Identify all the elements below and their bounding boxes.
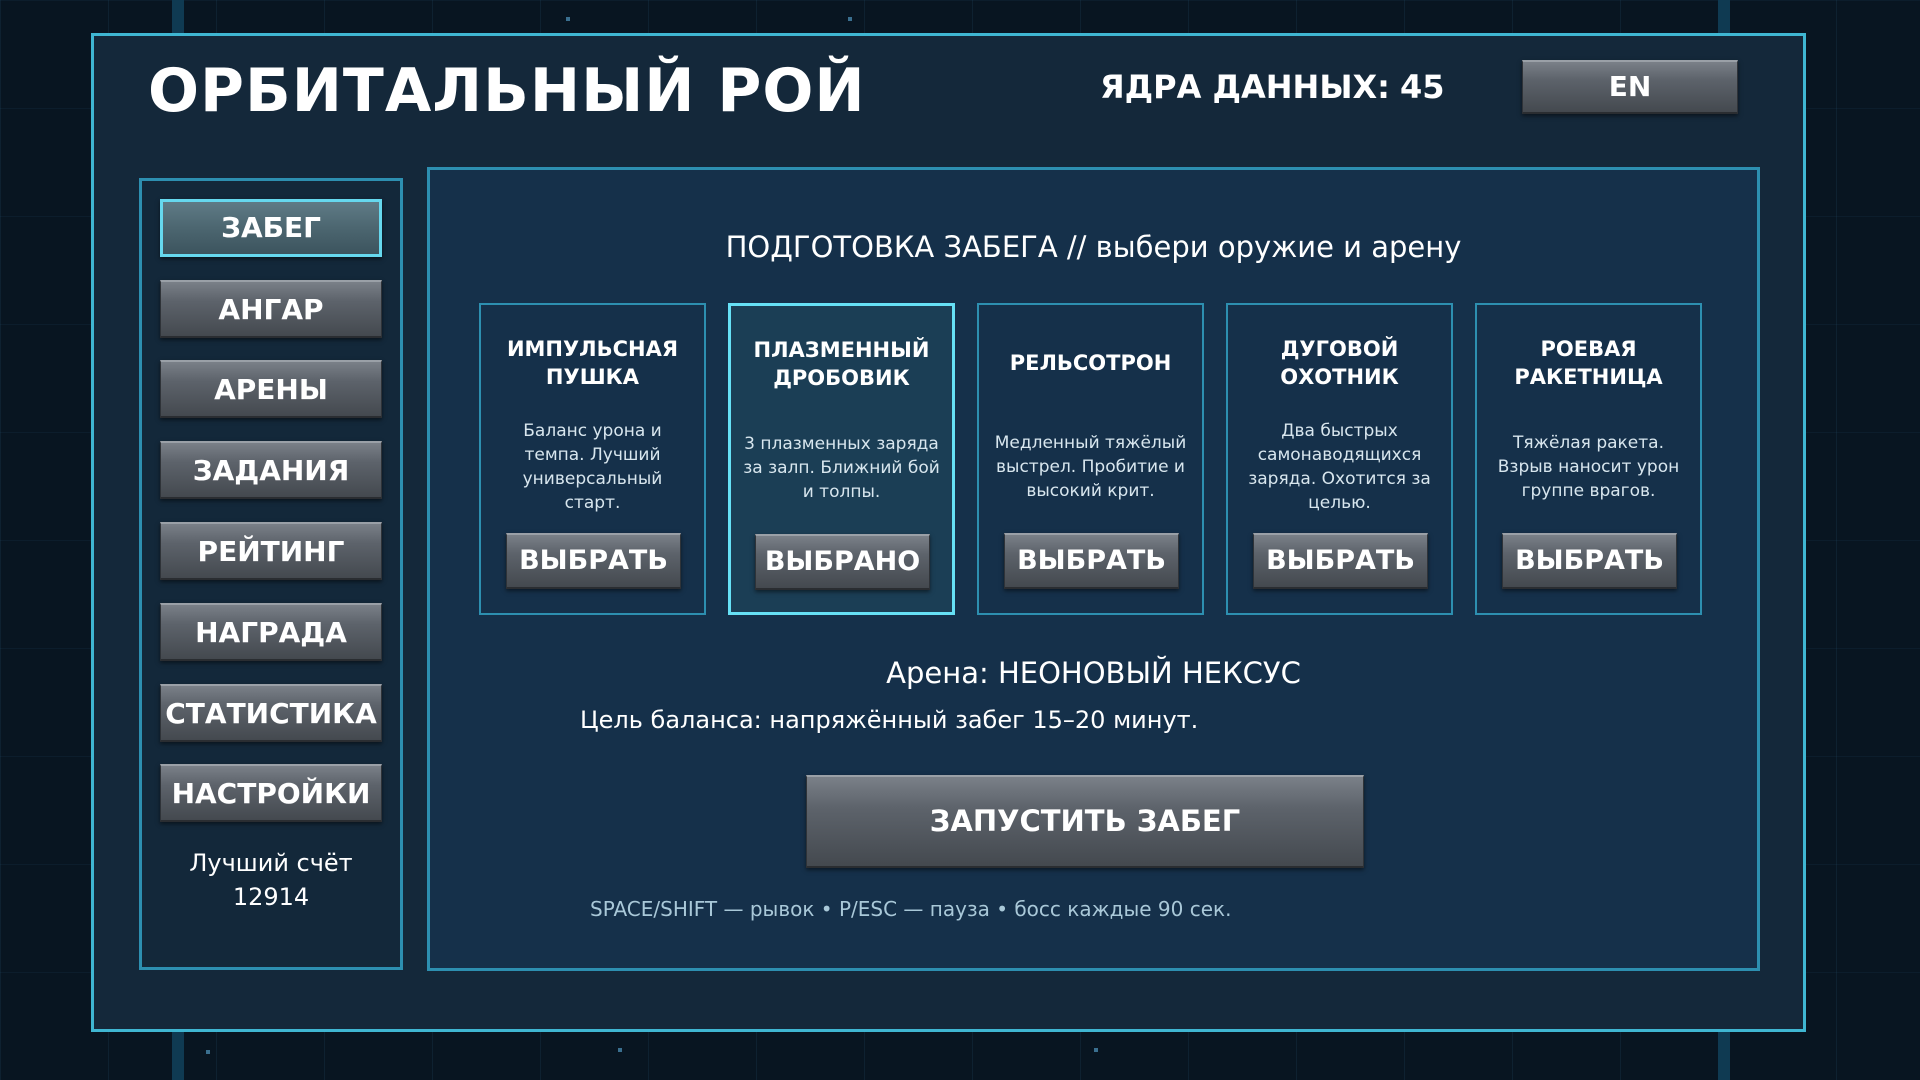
- weapon-description: Медленный тяжёлый выстрел. Пробитие и вы…: [994, 433, 1187, 501]
- sidebar-nav: ЗАБЕГ АНГАР АРЕНЫ ЗАДАНИЯ РЕЙТИНГ НАГРАД…: [139, 178, 403, 970]
- sidebar-item-arenas[interactable]: АРЕНЫ: [160, 360, 382, 418]
- balance-goal-text: Цель баланса: напряжённый забег 15–20 ми…: [580, 706, 1199, 734]
- background-dot: [566, 17, 570, 21]
- data-cores-counter: ЯДРА ДАННЫХ: 45: [1100, 68, 1444, 106]
- select-weapon-button[interactable]: ВЫБРАТЬ: [506, 533, 681, 589]
- sidebar-item-hangar[interactable]: АНГАР: [160, 280, 382, 338]
- run-setup-title: ПОДГОТОВКА ЗАБЕГА // выбери оружие и аре…: [725, 230, 1462, 264]
- weapon-name: ИМПУЛЬСНАЯ ПУШКА: [506, 337, 679, 389]
- data-cores-value: 45: [1399, 68, 1445, 106]
- launch-run-button[interactable]: ЗАПУСТИТЬ ЗАБЕГ: [806, 775, 1364, 868]
- weapon-card-swarm-launcher: РОЕВАЯ РАКЕТНИЦА Тяжёлая ракета. Взрыв н…: [1475, 303, 1702, 615]
- background-dot: [206, 1050, 210, 1054]
- data-cores-label: ЯДРА ДАННЫХ:: [1100, 68, 1390, 106]
- weapon-description: Тяжёлая ракета. Взрыв наносит урон групп…: [1497, 433, 1680, 501]
- run-setup-panel: ПОДГОТОВКА ЗАБЕГА // выбери оружие и аре…: [427, 167, 1760, 971]
- arena-name: НЕОНОВЫЙ НЕКСУС: [997, 656, 1301, 690]
- sidebar-item-missions[interactable]: ЗАДАНИЯ: [160, 441, 382, 499]
- weapon-name: ПЛАЗМЕННЫЙ ДРОБОВИК: [753, 338, 930, 390]
- language-toggle-button[interactable]: EN: [1522, 60, 1738, 114]
- background-dot: [848, 17, 852, 21]
- best-score-label: Лучший счёт: [189, 849, 353, 877]
- weapon-card-pulse-cannon: ИМПУЛЬСНАЯ ПУШКА Баланс урона и темпа. Л…: [479, 303, 706, 615]
- background-dot: [618, 1048, 622, 1052]
- game-screen: ОРБИТАЛЬНЫЙ РОЙ ЯДРА ДАННЫХ: 45 EN ЗАБЕГ …: [0, 0, 1920, 1080]
- arena-label: Арена:: [886, 656, 989, 690]
- sidebar-item-reward[interactable]: НАГРАДА: [160, 603, 382, 661]
- weapon-card-railgun: РЕЛЬСОТРОН Медленный тяжёлый выстрел. Пр…: [977, 303, 1204, 615]
- best-score-value: 12914: [232, 883, 310, 911]
- main-menu-panel: ОРБИТАЛЬНЫЙ РОЙ ЯДРА ДАННЫХ: 45 EN ЗАБЕГ …: [91, 33, 1806, 1032]
- weapon-description: 3 плазменных заряда за залп. Ближний бой…: [743, 434, 940, 502]
- weapon-name: РЕЛЬСОТРОН: [1009, 351, 1172, 375]
- weapon-card-plasma-shotgun: ПЛАЗМЕННЫЙ ДРОБОВИК 3 плазменных заряда …: [728, 303, 955, 615]
- weapon-card-arc-hunter: ДУГОВОЙ ОХОТНИК Два быстрых самонаводящи…: [1226, 303, 1453, 615]
- select-weapon-button[interactable]: ВЫБРАТЬ: [1004, 533, 1179, 589]
- sidebar-item-settings[interactable]: НАСТРОЙКИ: [160, 764, 382, 822]
- arena-info: Арена: НЕОНОВЫЙ НЕКСУС: [430, 656, 1757, 690]
- weapon-name: ДУГОВОЙ ОХОТНИК: [1280, 337, 1399, 389]
- sidebar-item-statistics[interactable]: СТАТИСТИКА: [160, 684, 382, 742]
- game-title: ОРБИТАЛЬНЫЙ РОЙ: [148, 56, 866, 126]
- background-dot: [1094, 1048, 1098, 1052]
- selected-weapon-button[interactable]: ВЫБРАНО: [755, 534, 930, 590]
- controls-hint: SPACE/SHIFT — рывок • P/ESC — пауза • бо…: [590, 897, 1232, 921]
- weapon-description: Баланс урона и темпа. Лучший универсальн…: [522, 421, 663, 513]
- select-weapon-button[interactable]: ВЫБРАТЬ: [1253, 533, 1428, 589]
- sidebar-item-leaderboard[interactable]: РЕЙТИНГ: [160, 522, 382, 580]
- weapon-description: Два быстрых самонаводящихся заряда. Охот…: [1248, 421, 1431, 513]
- weapon-name: РОЕВАЯ РАКЕТНИЦА: [1514, 337, 1663, 389]
- sidebar-item-run[interactable]: ЗАБЕГ: [160, 199, 382, 257]
- select-weapon-button[interactable]: ВЫБРАТЬ: [1502, 533, 1677, 589]
